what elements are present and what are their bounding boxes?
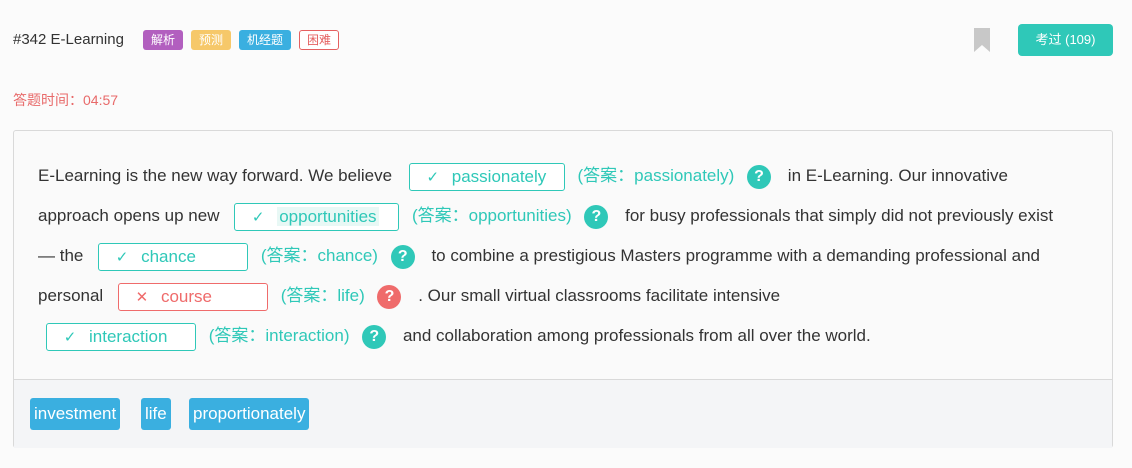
passage: E-Learning is the new way forward. We be…	[38, 156, 1098, 356]
check-icon: ✓	[115, 248, 129, 266]
done-count-button[interactable]: 考过 (109)	[1018, 24, 1113, 56]
help-icon[interactable]: ?	[584, 204, 609, 229]
question-title: #342 E-Learning	[13, 31, 124, 48]
tag-difficulty: 困难	[299, 30, 339, 50]
option-pool: investment life proportionately	[14, 379, 1112, 448]
passage-line: approach opens up new ✓ opportunities (答案…	[38, 196, 1098, 236]
option-proportionately[interactable]: proportionately	[189, 398, 310, 430]
passage-text: and collaboration among professionals fr…	[402, 326, 871, 345]
passage-line: personal ✕ course (答案：life) ? . Our small…	[38, 276, 1098, 316]
passage-text: — the	[38, 246, 84, 265]
passage-text: to combine a prestigious Masters program…	[431, 246, 1040, 265]
passage-text: personal	[38, 286, 104, 305]
option-investment[interactable]: investment	[30, 398, 121, 430]
blank-1[interactable]: ✓ passionately	[408, 162, 565, 191]
passage-text: . Our small virtual classrooms facilitat…	[418, 286, 781, 305]
blank-2[interactable]: ✓ opportunities	[234, 202, 400, 231]
help-icon[interactable]: ?	[377, 284, 402, 309]
blank-value: passionately	[451, 166, 547, 186]
check-icon: ✓	[251, 208, 265, 226]
question-header: #342 E-Learning 解析 预测 机经题 困难 考过 (109)	[0, 0, 1132, 80]
check-icon: ✓	[426, 168, 440, 186]
blank-value: course	[160, 286, 212, 306]
tag-prediction[interactable]: 预测	[191, 30, 231, 50]
correct-answer: (答案：opportunities)	[411, 206, 572, 225]
passage-text: in E-Learning. Our innovative	[787, 166, 1008, 185]
passage-text: for busy professionals that simply did n…	[625, 206, 1054, 225]
blank-5[interactable]: ✓ interaction	[46, 322, 196, 351]
help-icon[interactable]: ?	[362, 324, 387, 349]
bookmark-icon[interactable]	[974, 28, 990, 52]
blank-value: chance	[141, 246, 196, 266]
blank-4[interactable]: ✕ course	[117, 282, 268, 311]
check-icon: ✓	[63, 328, 77, 346]
option-life[interactable]: life	[141, 398, 171, 430]
correct-answer: (答案：life)	[280, 286, 365, 305]
question-card: E-Learning is the new way forward. We be…	[13, 130, 1113, 448]
blank-value: interaction	[89, 326, 168, 346]
passage-text: approach opens up new	[38, 206, 220, 225]
help-icon[interactable]: ?	[747, 164, 772, 189]
blank-value: opportunities	[277, 206, 379, 226]
passage-line: ✓ interaction (答案：interaction) ? and coll…	[38, 316, 1098, 356]
passage-line: E-Learning is the new way forward. We be…	[38, 156, 1098, 196]
correct-answer: (答案：passionately)	[577, 166, 735, 185]
passage-line: — the ✓ chance (答案：chance) ? to combine a…	[38, 236, 1098, 276]
tag-analysis[interactable]: 解析	[143, 30, 183, 50]
tag-exam-question[interactable]: 机经题	[239, 30, 291, 50]
answer-timer: 答题时间：04:57	[13, 92, 119, 108]
correct-answer: (答案：chance)	[260, 246, 378, 265]
correct-answer: (答案：interaction)	[208, 326, 350, 345]
help-icon[interactable]: ?	[390, 244, 415, 269]
blank-3[interactable]: ✓ chance	[98, 242, 249, 271]
passage-text: E-Learning is the new way forward. We be…	[38, 166, 393, 185]
cross-icon: ✕	[135, 288, 149, 306]
